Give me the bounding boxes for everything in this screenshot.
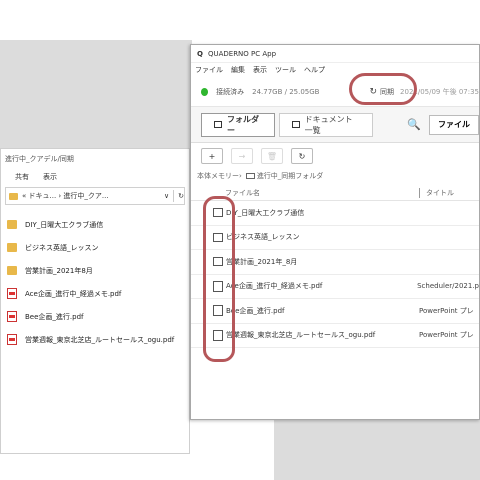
file-filter-button[interactable]: ファイル: [429, 114, 479, 135]
row-name: DIY_日曜大工クラブ通信: [226, 208, 305, 217]
connection-status: 接続済み: [216, 87, 245, 96]
row-name: 営業週報_東京北芝店_ルートセールス_ogu.pdf: [226, 331, 376, 340]
status-bar: 接続済み 24.77GB / 25.05GB ↻ 同期 2021/05/09 午…: [191, 77, 479, 107]
menu-edit[interactable]: 編集: [231, 65, 245, 75]
breadcrumb-root[interactable]: 本体メモリー: [197, 171, 239, 181]
explorer-menu: 共有 表示: [1, 169, 189, 185]
pdf-icon: [7, 288, 17, 299]
row-name: ビジネス英語_レッスン: [226, 233, 300, 242]
item-label: 営業計画_2021年8月: [25, 266, 93, 275]
annotation-circle: [203, 196, 235, 362]
storage-usage: 24.77GB / 25.05GB: [252, 87, 320, 96]
refresh-icon[interactable]: ↻: [178, 192, 184, 200]
explorer-title: 進行中_クアデル/同期: [5, 155, 74, 163]
new-folder-button[interactable]: +: [201, 148, 223, 164]
document-icon: [291, 121, 300, 128]
list-item[interactable]: DIY_日曜大工クラブ通信: [1, 213, 191, 236]
item-label: ビジネス英語_レッスン: [25, 243, 99, 252]
tab-documents[interactable]: ドキュメント一覧: [278, 112, 374, 137]
app-logo: Q: [197, 49, 203, 58]
menu-help[interactable]: ヘルプ: [304, 65, 325, 75]
chevron-down-icon[interactable]: ∨: [164, 192, 169, 200]
column-divider[interactable]: [419, 187, 420, 198]
item-label: Ace企画_進行中_経過メモ.pdf: [25, 289, 122, 298]
list-item[interactable]: 営業計画_2021年8月: [1, 259, 191, 282]
folder-icon: [7, 220, 17, 229]
menu-bar: ファイル 編集 表示 ツール ヘルプ: [191, 63, 479, 77]
breadcrumb-separator: ›: [239, 172, 242, 180]
row-title: PowerPoint プレ: [419, 306, 474, 315]
menu-share[interactable]: 共有: [15, 172, 29, 185]
breadcrumb-current: 進行中_同期フォルダ: [256, 172, 324, 180]
connection-dot-icon: [201, 87, 209, 96]
list-item[interactable]: Bee企画_進行.pdf: [1, 305, 191, 328]
delete-button[interactable]: 🗑: [261, 148, 283, 164]
row-title: PowerPoint プレ: [419, 331, 474, 340]
address-path[interactable]: « ドキュ... › 進行中_クア...: [22, 191, 164, 201]
annotation-circle: [349, 73, 417, 105]
explorer-window: 進行中_クアデル/同期 共有 表示 « ドキュ... › 進行中_クア... ∨…: [0, 148, 190, 454]
app-title: QUADERNO PC App: [207, 49, 277, 58]
row-title: Scheduler/2021.p: [417, 282, 479, 291]
row-name: Ace企画_進行中_経過メモ.pdf: [226, 282, 323, 291]
tab-folder-label: フォルダー: [227, 114, 260, 135]
breadcrumb: 本体メモリー › 進行中_同期フォルダ: [191, 167, 479, 185]
folder-icon: [7, 266, 17, 275]
menu-file[interactable]: ファイル: [195, 65, 223, 75]
list-item[interactable]: ビジネス英語_レッスン: [1, 236, 191, 259]
divider: [173, 190, 175, 202]
sync-folder-icon: [245, 173, 255, 179]
list-item[interactable]: Ace企画_進行中_経過メモ.pdf: [1, 282, 191, 305]
address-bar[interactable]: « ドキュ... › 進行中_クア... ∨ ↻: [5, 187, 185, 205]
pdf-icon: [7, 334, 17, 345]
list-item[interactable]: 営業週報_東京北芝店_ルートセールス_ogu.pdf: [1, 328, 191, 351]
search-icon[interactable]: 🔍: [407, 118, 421, 131]
tab-documents-label: ドキュメント一覧: [304, 114, 353, 135]
move-button[interactable]: →: [231, 148, 253, 164]
column-header: ファイル名 タイトル: [191, 185, 479, 201]
column-title[interactable]: タイトル: [426, 188, 454, 198]
item-label: 営業週報_東京北芝店_ルートセールス_ogu.pdf: [25, 335, 175, 344]
sync-folder-button[interactable]: ↻: [291, 148, 313, 164]
tab-folder[interactable]: フォルダー: [201, 112, 275, 137]
menu-view[interactable]: 表示: [253, 65, 267, 75]
background-panel: [274, 420, 480, 480]
row-name: 営業計画_2021年_8月: [226, 257, 298, 266]
folder-icon: [9, 192, 18, 200]
folder-icon: [7, 243, 17, 252]
folder-icon: [214, 121, 223, 128]
title-bar: Q QUADERNO PC App: [191, 45, 479, 63]
view-tabs: フォルダー ドキュメント一覧 🔍 ファイル: [191, 107, 479, 143]
pdf-icon: [7, 311, 17, 322]
item-label: Bee企画_進行.pdf: [25, 312, 84, 321]
menu-view[interactable]: 表示: [43, 172, 57, 185]
menu-tools[interactable]: ツール: [275, 65, 296, 75]
toolbar: + → 🗑 ↻: [191, 145, 479, 167]
item-label: DIY_日曜大工クラブ通信: [25, 220, 104, 229]
file-list: DIY_日曜大工クラブ通信 ビジネス英語_レッスン 営業計画_2021年8月 A…: [1, 213, 191, 351]
screenshot: 進行中_クアデル/同期 共有 表示 « ドキュ... › 進行中_クア... ∨…: [0, 0, 480, 480]
